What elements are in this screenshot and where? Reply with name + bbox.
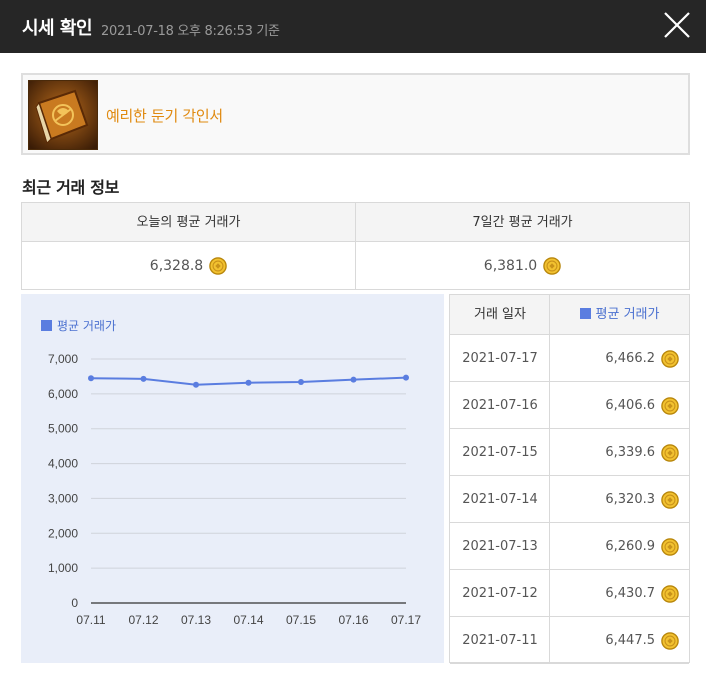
- date-column-header: 거래 일자: [474, 307, 526, 322]
- data-point: [403, 374, 409, 381]
- history-row: 2021-07-12 6,430.7: [450, 570, 689, 617]
- row-price: 6,320.3: [605, 492, 655, 507]
- gold-coin-icon: [661, 537, 679, 556]
- data-point: [88, 375, 94, 382]
- row-date: 2021-07-17: [462, 351, 538, 366]
- row-price-cell: 6,339.6: [550, 429, 689, 476]
- gold-coin-icon: [543, 257, 561, 275]
- legend-swatch: [579, 308, 591, 319]
- row-price-cell: 6,406.6: [550, 382, 689, 429]
- row-price-cell: 6,260.9: [550, 523, 689, 570]
- week-avg-cell: 6,381.0: [356, 243, 689, 290]
- row-date: 2021-07-13: [462, 539, 538, 554]
- y-tick-label: 4,000: [48, 457, 78, 471]
- x-tick-label: 07.15: [286, 613, 316, 627]
- price-column-label: 평균 거래가: [595, 307, 660, 322]
- y-tick-label: 1,000: [48, 561, 78, 575]
- history-row: 2021-07-16 6,406.6: [450, 382, 689, 429]
- row-price: 6,447.5: [605, 633, 655, 648]
- summary-divider: [355, 203, 356, 290]
- data-point: [140, 375, 147, 382]
- gold-coin-icon: [661, 631, 679, 650]
- price-chart-panel: 평균 거래가 0 1,000 2,000 3,000 4,000 5,000 6,000 7,…: [21, 294, 444, 663]
- history-row: 2021-07-17 6,466.2: [450, 335, 689, 382]
- section-title: 최근 거래 정보: [22, 178, 120, 197]
- engraving-book-icon: [28, 80, 98, 150]
- title-bar: 시세 확인 2021-07-18 오후 8:26:53 기준: [0, 0, 706, 53]
- item-info-box: 예리한 둔기 각인서: [21, 73, 690, 155]
- close-icon: [664, 12, 690, 38]
- history-row: 2021-07-15 6,339.6: [450, 429, 689, 476]
- close-button[interactable]: [660, 8, 694, 42]
- x-tick-label: 07.11: [76, 613, 105, 627]
- history-row: 2021-07-14 6,320.3: [450, 476, 689, 523]
- row-price: 6,339.6: [605, 445, 655, 460]
- y-tick-label: 3,000: [48, 491, 78, 505]
- y-tick-label: 5,000: [48, 422, 78, 436]
- row-date: 2021-07-16: [462, 398, 538, 413]
- x-tick-label: 07.13: [181, 613, 211, 627]
- data-point: [245, 379, 252, 386]
- today-avg-cell: 6,328.8: [22, 243, 355, 290]
- history-row: 2021-07-13 6,260.9: [450, 523, 689, 570]
- week-avg-header: 7일간 평균 거래가: [356, 203, 689, 242]
- x-tick-label: 07.14: [233, 613, 263, 627]
- row-price: 6,430.7: [605, 586, 655, 601]
- price-timestamp: 2021-07-18 오후 8:26:53 기준: [101, 24, 280, 39]
- x-tick-label: 07.12: [128, 613, 158, 627]
- history-header: 거래 일자 평균 거래가: [450, 295, 689, 335]
- data-point: [193, 381, 199, 388]
- row-price: 6,260.9: [605, 539, 655, 554]
- y-tick-label: 7,000: [48, 352, 78, 366]
- gold-coin-icon: [661, 349, 679, 368]
- x-tick-label: 07.17: [391, 613, 421, 627]
- row-date: 2021-07-14: [462, 492, 538, 507]
- row-date: 2021-07-11: [462, 633, 538, 648]
- today-avg-header: 오늘의 평균 거래가: [22, 203, 355, 242]
- price-line-chart: 0 1,000 2,000 3,000 4,000 5,000 6,000 7,000 07.1…: [48, 352, 421, 627]
- price-history-table: 거래 일자 평균 거래가 2021-07-17 6,466.2 2021-07-16…: [449, 294, 690, 664]
- row-price-cell: 6,430.7: [550, 570, 689, 617]
- gold-coin-icon: [661, 396, 679, 415]
- data-point: [298, 379, 304, 386]
- row-price: 6,406.6: [605, 398, 655, 413]
- row-date: 2021-07-15: [462, 445, 538, 460]
- gold-coin-icon: [661, 443, 679, 462]
- row-price-cell: 6,320.3: [550, 476, 689, 523]
- gold-coin-icon: [209, 257, 227, 275]
- today-avg-value: 6,328.8: [149, 258, 204, 274]
- history-row: 2021-07-11 6,447.5: [450, 617, 689, 664]
- row-price-cell: 6,447.5: [550, 617, 689, 664]
- data-point: [350, 376, 357, 383]
- y-tick-label: 0: [71, 596, 78, 610]
- price-column-header: 평균 거래가: [550, 295, 689, 335]
- column-divider: [549, 295, 550, 662]
- row-price-cell: 6,466.2: [550, 335, 689, 382]
- row-price: 6,466.2: [605, 351, 655, 366]
- y-tick-label: 6,000: [48, 387, 78, 401]
- window-title: 시세 확인: [22, 18, 93, 39]
- price-summary: 오늘의 평균 거래가 7일간 평균 거래가 6,328.8 6,381.0: [21, 202, 690, 290]
- item-name: 예리한 둔기 각인서: [106, 107, 223, 125]
- row-date: 2021-07-12: [462, 586, 538, 601]
- week-avg-value: 6,381.0: [483, 258, 538, 274]
- gold-coin-icon: [661, 490, 679, 509]
- gold-coin-icon: [661, 584, 679, 603]
- x-tick-label: 07.16: [338, 613, 368, 627]
- y-tick-label: 2,000: [48, 526, 78, 540]
